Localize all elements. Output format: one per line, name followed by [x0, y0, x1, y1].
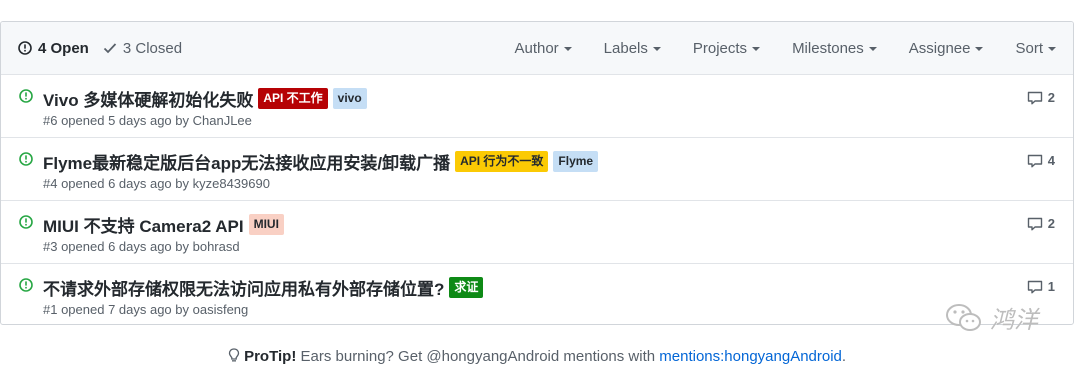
caret-down-icon	[1048, 47, 1056, 51]
issue-label[interactable]: MIUI	[248, 213, 284, 235]
open-count-label: 4 Open	[38, 39, 89, 57]
caret-down-icon	[975, 47, 984, 51]
issue-title-line: MIUI 不支持 Camera2 API MIUI	[43, 212, 993, 236]
issue-title-link[interactable]: MIUI 不支持 Camera2 API	[43, 212, 244, 237]
comments-link[interactable]: 4	[1027, 153, 1055, 168]
author-filter[interactable]: Author	[514, 39, 572, 57]
caret-down-icon	[752, 47, 761, 51]
lightbulb-icon	[228, 348, 240, 362]
issue-main: MIUI 不支持 Camera2 API MIUI #3 opened 6 da…	[43, 212, 993, 254]
comment-icon	[1027, 280, 1042, 293]
issue-label[interactable]: vivo	[332, 87, 367, 109]
protip: ProTip! Ears burning? Get @hongyangAndro…	[0, 348, 1074, 365]
issue-title-link[interactable]: Flyme最新稳定版后台app无法接收应用安装/卸载广播	[43, 149, 450, 174]
issue-title-link[interactable]: Vivo 多媒体硬解初始化失败	[43, 86, 253, 111]
issue-meta: #1 opened 7 days ago by oasisfeng	[43, 302, 249, 317]
issue-main: 不请求外部存储权限无法访问应用私有外部存储位置? 求证 #1 opened 7 …	[43, 275, 993, 317]
issue-meta: #3 opened 6 days ago by bohrasd	[43, 239, 240, 254]
comments-link[interactable]: 2	[1027, 90, 1055, 105]
comment-count: 2	[1047, 90, 1055, 105]
projects-filter-label: Projects	[692, 39, 748, 57]
comment-icon	[1027, 154, 1042, 167]
state-toggles: 4 Open 3 Closed	[18, 40, 196, 57]
issue-title-line: Flyme最新稳定版后台app无法接收应用安装/卸载广播 API 行为不一致 F…	[43, 149, 993, 173]
assignee-filter-label: Assignee	[908, 39, 971, 57]
open-issues-toggle[interactable]: 4 Open	[18, 40, 89, 57]
issue-title-link[interactable]: 不请求外部存储权限无法访问应用私有外部存储位置?	[43, 275, 444, 300]
issue-row: MIUI 不支持 Camera2 API MIUI #3 opened 6 da…	[1, 201, 1073, 264]
caret-down-icon	[563, 47, 572, 51]
caret-down-icon	[868, 47, 877, 51]
issue-label[interactable]: API 行为不一致	[455, 150, 549, 172]
comment-count: 4	[1047, 153, 1055, 168]
issue-row: 不请求外部存储权限无法访问应用私有外部存储位置? 求证 #1 opened 7 …	[1, 264, 1073, 324]
author-filter-label: Author	[514, 39, 559, 57]
issue-meta: #6 opened 5 days ago by ChanJLee	[43, 113, 252, 128]
comments-link[interactable]: 2	[1027, 216, 1055, 231]
issue-opened-icon	[19, 89, 33, 103]
labels-filter-label: Labels	[603, 39, 648, 57]
comment-count: 2	[1047, 216, 1055, 231]
filter-menus: Author Labels Projects Milestones Assign…	[482, 40, 1073, 57]
issue-opened-icon	[18, 41, 32, 55]
issues-list-header: 4 Open 3 Closed Author Labels Projects M…	[1, 22, 1073, 75]
watermark: 鸿洋	[944, 300, 1038, 335]
issue-main: Vivo 多媒体硬解初始化失败 API 不工作 vivo #6 opened 5…	[43, 86, 993, 128]
comment-count: 1	[1047, 279, 1055, 294]
labels-filter[interactable]: Labels	[604, 40, 661, 57]
issue-meta: #4 opened 6 days ago by kyze8439690	[43, 176, 270, 191]
projects-filter[interactable]: Projects	[692, 39, 761, 57]
issue-label[interactable]: 求证	[449, 276, 484, 298]
protip-heading: ProTip!	[244, 348, 297, 365]
issue-title-line: Vivo 多媒体硬解初始化失败 API 不工作 vivo	[43, 86, 993, 110]
comment-icon	[1027, 217, 1042, 230]
closed-issues-toggle[interactable]: 3 Closed	[103, 40, 182, 57]
wechat-icon	[946, 303, 981, 331]
sort-filter-label: Sort	[1015, 39, 1043, 57]
watermark-text: 鸿洋	[990, 307, 1038, 334]
issues-list: 4 Open 3 Closed Author Labels Projects M…	[0, 21, 1074, 325]
issue-row: Flyme最新稳定版后台app无法接收应用安装/卸载广播 API 行为不一致 F…	[1, 138, 1073, 201]
issue-opened-icon	[19, 152, 33, 166]
issue-main: Flyme最新稳定版后台app无法接收应用安装/卸载广播 API 行为不一致 F…	[43, 149, 993, 191]
issue-opened-icon	[19, 278, 33, 292]
mentions-link[interactable]: mentions:hongyangAndroid	[659, 348, 842, 365]
check-icon	[103, 43, 117, 54]
comments-link[interactable]: 1	[1027, 279, 1055, 294]
issue-title-line: 不请求外部存储权限无法访问应用私有外部存储位置? 求证	[43, 275, 993, 299]
closed-count-label: 3 Closed	[122, 39, 183, 57]
milestones-filter[interactable]: Milestones	[792, 40, 877, 57]
protip-end: .	[841, 348, 847, 365]
assignee-filter[interactable]: Assignee	[909, 40, 984, 57]
issue-row: Vivo 多媒体硬解初始化失败 API 不工作 vivo #6 opened 5…	[1, 75, 1073, 138]
comment-icon	[1027, 91, 1042, 104]
caret-down-icon	[652, 47, 661, 51]
issue-label[interactable]: API 不工作	[258, 87, 328, 109]
issue-label[interactable]: Flyme	[553, 150, 599, 172]
protip-text: Ears burning? Get @hongyangAndroid menti…	[296, 348, 660, 365]
sort-filter[interactable]: Sort	[1015, 40, 1056, 57]
milestones-filter-label: Milestones	[792, 39, 864, 57]
issue-opened-icon	[19, 215, 33, 229]
